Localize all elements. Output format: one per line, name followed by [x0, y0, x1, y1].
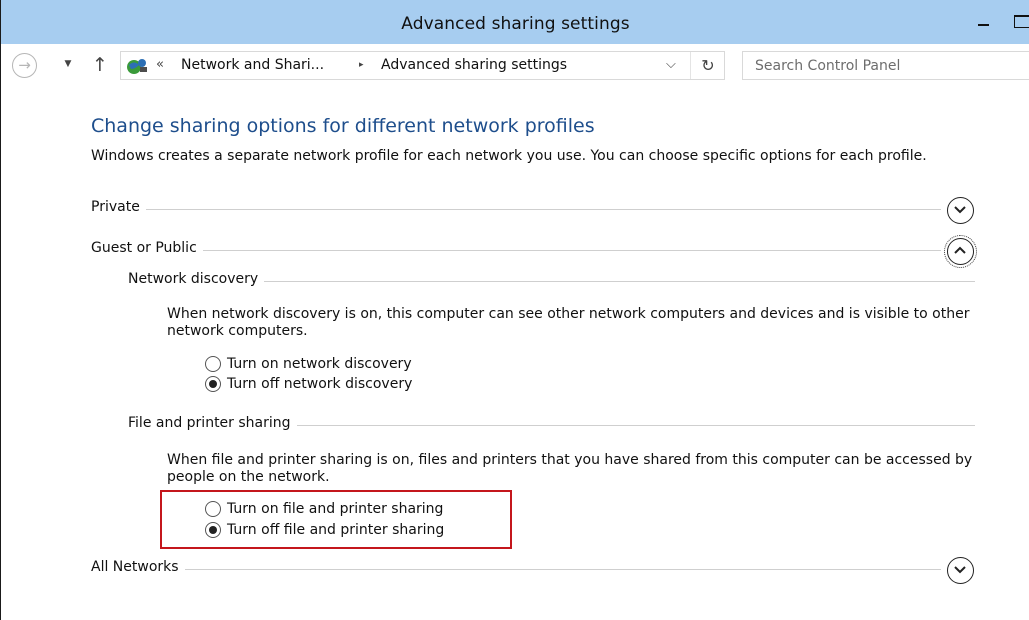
profile-private-label: Private: [91, 199, 146, 215]
minimize-button[interactable]: [972, 16, 994, 32]
divider-line: [91, 250, 941, 251]
network-discovery-label: Network discovery: [128, 271, 265, 287]
radio-button-checked[interactable]: [205, 522, 221, 538]
back-button[interactable]: →: [12, 53, 37, 78]
profile-guest-public-label: Guest or Public: [91, 240, 203, 256]
radio-turn-on-network-discovery[interactable]: Turn on network discovery: [205, 354, 412, 374]
profile-private-header[interactable]: Private: [91, 199, 941, 219]
window: Advanced sharing settings → ▼ ↑ « Networ…: [0, 0, 1029, 620]
search-box[interactable]: [742, 51, 1029, 80]
profile-all-networks-label: All Networks: [91, 559, 185, 575]
radio-label[interactable]: Turn off file and printer sharing: [227, 522, 444, 538]
file-printer-sharing-header: File and printer sharing: [128, 415, 975, 435]
chevron-down-icon: [954, 566, 966, 574]
page-title: Change sharing options for different net…: [91, 115, 595, 137]
maximize-button[interactable]: [1011, 12, 1029, 28]
divider-line: [91, 209, 941, 210]
title-bar: Advanced sharing settings: [1, 0, 1029, 44]
network-discovery-header: Network discovery: [128, 271, 975, 291]
profile-guest-public-header[interactable]: Guest or Public: [91, 240, 941, 260]
breadcrumb-overflow-icon[interactable]: «: [156, 57, 164, 72]
radio-turn-on-file-printer-sharing[interactable]: Turn on file and printer sharing: [205, 499, 443, 519]
radio-button[interactable]: [205, 501, 221, 517]
profile-all-networks-header[interactable]: All Networks: [91, 559, 941, 579]
breadcrumb-advanced-sharing[interactable]: Advanced sharing settings: [381, 57, 567, 73]
breadcrumb-separator-icon[interactable]: ▸: [359, 60, 364, 70]
arrow-up-icon: ↑: [92, 54, 108, 76]
radio-turn-off-network-discovery[interactable]: Turn off network discovery: [205, 374, 412, 394]
address-bar[interactable]: « Network and Shari... ▸ Advanced sharin…: [120, 51, 725, 80]
search-input[interactable]: [743, 52, 1029, 79]
recent-locations-button[interactable]: ▼: [61, 57, 75, 71]
chevron-up-icon: [954, 246, 966, 254]
expand-all-networks-button[interactable]: [947, 557, 974, 584]
arrow-right-icon: →: [18, 56, 31, 74]
navigation-bar: → ▼ ↑ « Network and Shari... ▸ Advanced …: [1, 44, 1029, 88]
chevron-down-icon: [954, 206, 966, 214]
network-icon: [127, 59, 147, 74]
file-printer-sharing-description: When file and printer sharing is on, fil…: [167, 452, 973, 485]
radio-label[interactable]: Turn off network discovery: [227, 376, 412, 392]
collapse-guest-public-button[interactable]: [944, 235, 977, 268]
radio-label[interactable]: Turn on file and printer sharing: [227, 501, 443, 517]
window-title: Advanced sharing settings: [401, 14, 630, 34]
network-discovery-description: When network discovery is on, this compu…: [167, 306, 970, 339]
page-description: Windows creates a separate network profi…: [91, 148, 927, 164]
expand-private-button[interactable]: [947, 197, 974, 224]
breadcrumb-network-and-sharing[interactable]: Network and Shari...: [181, 57, 324, 73]
address-dropdown-icon[interactable]: ⌵: [666, 57, 676, 72]
radio-button-checked[interactable]: [205, 376, 221, 392]
radio-button[interactable]: [205, 356, 221, 372]
address-divider: [690, 52, 691, 79]
radio-turn-off-file-printer-sharing[interactable]: Turn off file and printer sharing: [205, 520, 444, 540]
divider-line: [91, 569, 941, 570]
refresh-icon[interactable]: ↻: [697, 55, 719, 77]
up-button[interactable]: ↑: [90, 53, 110, 77]
chevron-down-icon: ▼: [64, 59, 72, 69]
file-printer-sharing-label: File and printer sharing: [128, 415, 297, 431]
radio-label[interactable]: Turn on network discovery: [227, 356, 412, 372]
